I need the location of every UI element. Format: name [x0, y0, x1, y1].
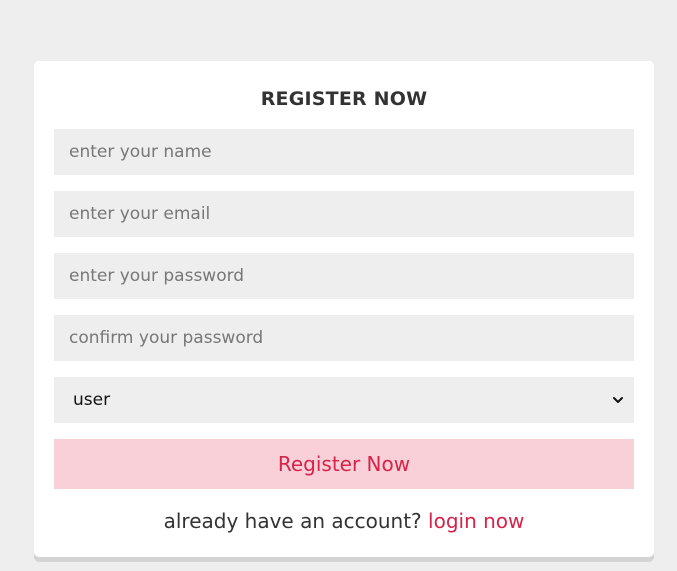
- login-prompt: already have an account? login now: [54, 509, 634, 533]
- login-link[interactable]: login now: [428, 509, 524, 533]
- name-input[interactable]: [54, 129, 634, 175]
- register-form-card: REGISTER NOW user Register Now already h…: [34, 61, 654, 557]
- user-type-selected-value: user: [73, 390, 111, 410]
- user-type-select[interactable]: user: [54, 377, 634, 423]
- confirm-password-input[interactable]: [54, 315, 634, 361]
- form-title: REGISTER NOW: [260, 88, 428, 110]
- register-button[interactable]: Register Now: [54, 439, 634, 489]
- email-input[interactable]: [54, 191, 634, 237]
- login-prompt-text: already have an account?: [163, 509, 422, 533]
- chevron-down-icon: [613, 397, 623, 403]
- password-input[interactable]: [54, 253, 634, 299]
